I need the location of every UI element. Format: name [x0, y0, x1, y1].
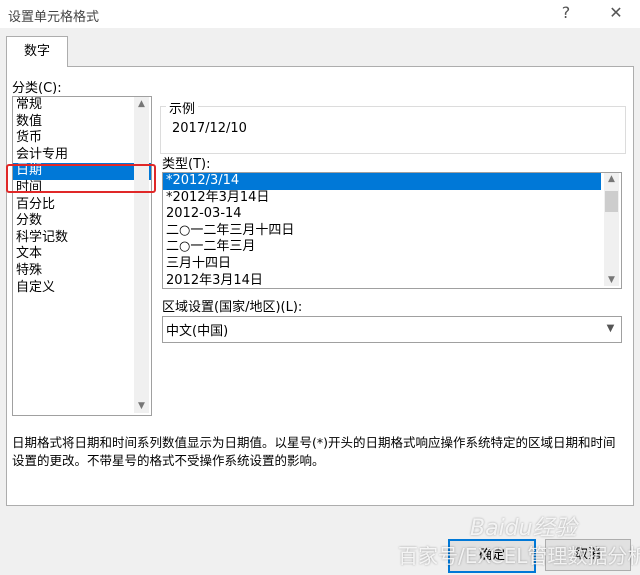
- type-label: 类型(T):: [162, 157, 211, 172]
- watermark-text: 百家号/EXCEL管理数据分析: [398, 544, 640, 568]
- category-list[interactable]: 常规 数值 货币 会计专用 日期 时间 百分比 分数 科学记数 文本 特殊 自定…: [12, 96, 152, 416]
- watermark-logo: Baidu经验: [470, 516, 577, 541]
- type-item[interactable]: *2012年3月14日: [163, 190, 621, 207]
- scroll-down-icon[interactable]: ▼: [134, 401, 149, 411]
- sample-label: 示例: [166, 98, 199, 117]
- type-list[interactable]: *2012/3/14 *2012年3月14日 2012-03-14 二○一二年三…: [162, 172, 622, 289]
- window-title: 设置单元格格式: [8, 10, 100, 25]
- scroll-up-icon[interactable]: ▲: [604, 174, 619, 184]
- type-item[interactable]: 三月十四日: [163, 256, 621, 273]
- category-item[interactable]: 文本: [13, 246, 151, 263]
- category-item[interactable]: 分数: [13, 213, 151, 230]
- category-item[interactable]: 特殊: [13, 263, 151, 280]
- locale-value: 中文(中国): [166, 324, 229, 339]
- sample-value: 2017/12/10: [172, 121, 247, 136]
- category-item[interactable]: 货币: [13, 130, 151, 147]
- tab-number[interactable]: 数字: [6, 36, 68, 67]
- type-scrollbar[interactable]: ▲ ▼: [604, 173, 619, 286]
- help-button[interactable]: ?: [552, 2, 580, 24]
- scroll-thumb[interactable]: [605, 191, 618, 212]
- category-scrollbar[interactable]: ▲ ▼: [134, 97, 149, 413]
- locale-label: 区域设置(国家/地区)(L):: [162, 300, 303, 315]
- category-item[interactable]: 数值: [13, 114, 151, 131]
- type-item[interactable]: 二○一二年三月十四日: [163, 223, 621, 240]
- category-item[interactable]: 会计专用: [13, 147, 151, 164]
- type-item-selected[interactable]: *2012/3/14: [163, 173, 601, 190]
- category-item[interactable]: 常规: [13, 97, 151, 114]
- category-item[interactable]: 百分比: [13, 197, 151, 214]
- type-item[interactable]: 2012年3月14日: [163, 273, 621, 288]
- category-item[interactable]: 自定义: [13, 280, 151, 297]
- category-label: 分类(C):: [12, 81, 62, 96]
- description-text: 日期格式将日期和时间系列数值显示为日期值。以星号(*)开头的日期格式响应操作系统…: [12, 435, 616, 468]
- chevron-down-icon[interactable]: ▼: [602, 317, 619, 340]
- scroll-up-icon[interactable]: ▲: [134, 99, 149, 109]
- type-item[interactable]: 二○一二年三月: [163, 239, 621, 256]
- locale-dropdown[interactable]: [162, 316, 622, 343]
- highlight-box: [6, 164, 156, 193]
- scroll-down-icon[interactable]: ▼: [604, 275, 619, 285]
- category-item[interactable]: 科学记数: [13, 230, 151, 247]
- type-item[interactable]: 2012-03-14: [163, 206, 621, 223]
- close-button[interactable]: ✕: [602, 2, 630, 24]
